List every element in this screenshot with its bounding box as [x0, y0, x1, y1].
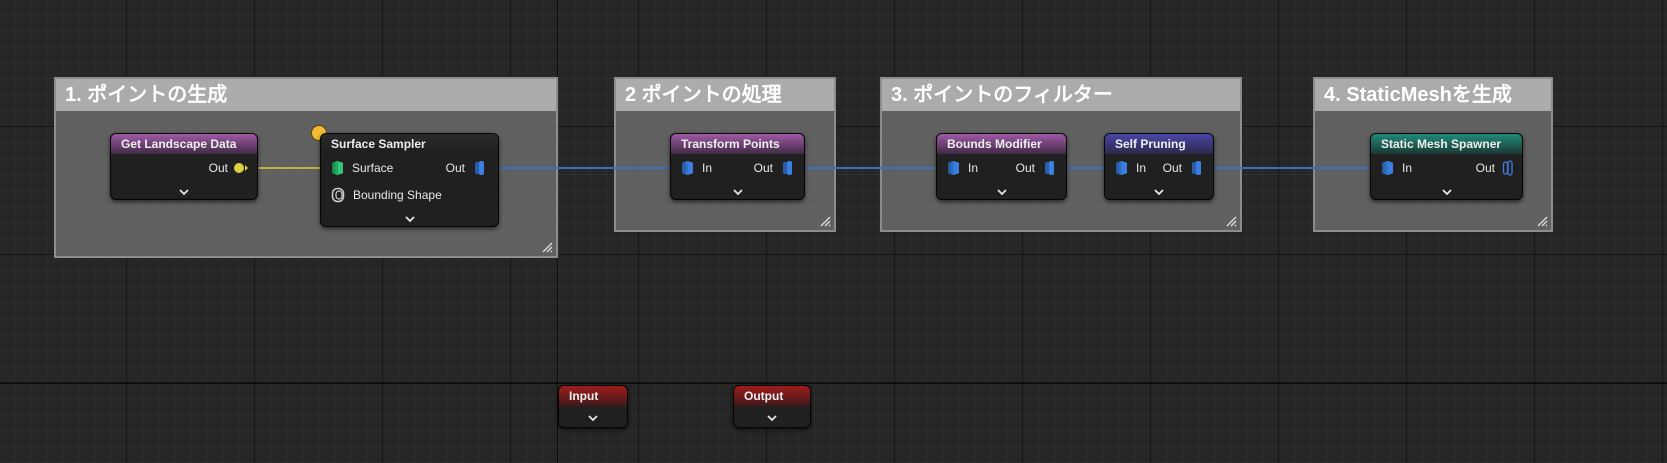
- node-title: Get Landscape Data: [111, 134, 257, 154]
- static-mesh-spawner-node[interactable]: Static Mesh Spawner In Out: [1370, 133, 1523, 200]
- pin-label: Bounding Shape: [353, 188, 442, 202]
- in-out-pins[interactable]: In Out: [1371, 160, 1522, 176]
- bounding-shape-pin[interactable]: Bounding Shape: [321, 187, 498, 203]
- resize-corner-icon[interactable]: [1225, 215, 1237, 227]
- node-title: Transform Points: [671, 134, 804, 154]
- node-title: Bounds Modifier: [937, 134, 1066, 154]
- wire-self-pruning-to-spawner[interactable]: [1206, 167, 1383, 169]
- comment-title[interactable]: 1. ポイントの生成: [56, 79, 556, 111]
- pin-label: In: [968, 161, 979, 175]
- chevron-down-icon[interactable]: [732, 188, 743, 196]
- node-title: Output: [734, 386, 810, 406]
- pin-label: Out: [445, 161, 465, 175]
- pin-label: In: [1136, 161, 1147, 175]
- stacked-blue-pin-icon[interactable]: [947, 160, 961, 176]
- chevron-down-icon[interactable]: [1154, 188, 1164, 196]
- pin-label: Out: [753, 161, 773, 175]
- comment-title[interactable]: 4. StaticMeshを生成: [1315, 79, 1551, 111]
- node-title: Self Pruning: [1105, 134, 1213, 154]
- pin-label: In: [1402, 161, 1413, 175]
- in-out-pins[interactable]: In Out: [937, 160, 1066, 176]
- in-out-pins[interactable]: In Out: [1105, 160, 1213, 176]
- stacked-blue-outline-pin-icon[interactable]: [1502, 160, 1514, 176]
- node-title: Static Mesh Spawner: [1371, 134, 1522, 154]
- out-pin[interactable]: Out: [111, 160, 257, 176]
- stacked-blue-pin-icon[interactable]: [1044, 160, 1056, 176]
- node-title: Input: [559, 386, 627, 406]
- surface-pin[interactable]: Surface Out: [321, 160, 498, 176]
- bounds-modifier-node[interactable]: Bounds Modifier In Out: [936, 133, 1067, 200]
- pin-label: In: [702, 161, 713, 175]
- chevron-down-icon[interactable]: [588, 414, 598, 422]
- node-title: Surface Sampler: [321, 134, 498, 154]
- pin-label: Out: [1015, 161, 1035, 175]
- pin-label: Out: [1475, 161, 1495, 175]
- output-node[interactable]: Output: [733, 385, 811, 428]
- pin-label: Out: [208, 161, 228, 175]
- stacked-blue-pin-icon[interactable]: [681, 160, 695, 176]
- surface-sampler-node[interactable]: Surface Sampler Surface Out Bounding Sha…: [320, 133, 499, 227]
- pin-label: Out: [1162, 161, 1182, 175]
- get-landscape-data-node[interactable]: Get Landscape Data Out: [110, 133, 258, 200]
- input-node[interactable]: Input: [558, 385, 628, 428]
- in-out-pins[interactable]: In Out: [671, 160, 804, 176]
- chevron-down-icon[interactable]: [404, 215, 415, 223]
- stacked-blue-pin-icon[interactable]: [474, 160, 486, 176]
- transform-points-node[interactable]: Transform Points In Out: [670, 133, 805, 200]
- outline-pin-icon[interactable]: [331, 187, 345, 203]
- resize-corner-icon[interactable]: [1536, 215, 1548, 227]
- stacked-blue-pin-icon[interactable]: [1381, 160, 1395, 176]
- stacked-blue-pin-icon[interactable]: [782, 160, 794, 176]
- resize-corner-icon[interactable]: [541, 241, 553, 253]
- chevron-down-icon[interactable]: [767, 414, 777, 422]
- graph-origin-horizontal-line: [0, 383, 1667, 384]
- yellow-dot-pin-icon[interactable]: [233, 161, 249, 175]
- wire-transform-to-bounds[interactable]: [792, 167, 944, 169]
- resize-corner-icon[interactable]: [819, 215, 831, 227]
- chevron-down-icon[interactable]: [996, 188, 1007, 196]
- stacked-blue-pin-icon[interactable]: [1115, 160, 1129, 176]
- comment-title[interactable]: 3. ポイントのフィルター: [882, 79, 1240, 111]
- wire-surface-sampler-to-transform[interactable]: [487, 167, 678, 169]
- pin-label: Surface: [352, 161, 394, 175]
- comment-title[interactable]: 2 ポイントの処理: [616, 79, 834, 111]
- chevron-down-icon[interactable]: [179, 188, 189, 196]
- self-pruning-node[interactable]: Self Pruning In Out: [1104, 133, 1214, 200]
- chevron-down-icon[interactable]: [1441, 188, 1452, 196]
- stacked-green-pin-icon[interactable]: [331, 160, 345, 176]
- stacked-blue-pin-icon[interactable]: [1191, 160, 1203, 176]
